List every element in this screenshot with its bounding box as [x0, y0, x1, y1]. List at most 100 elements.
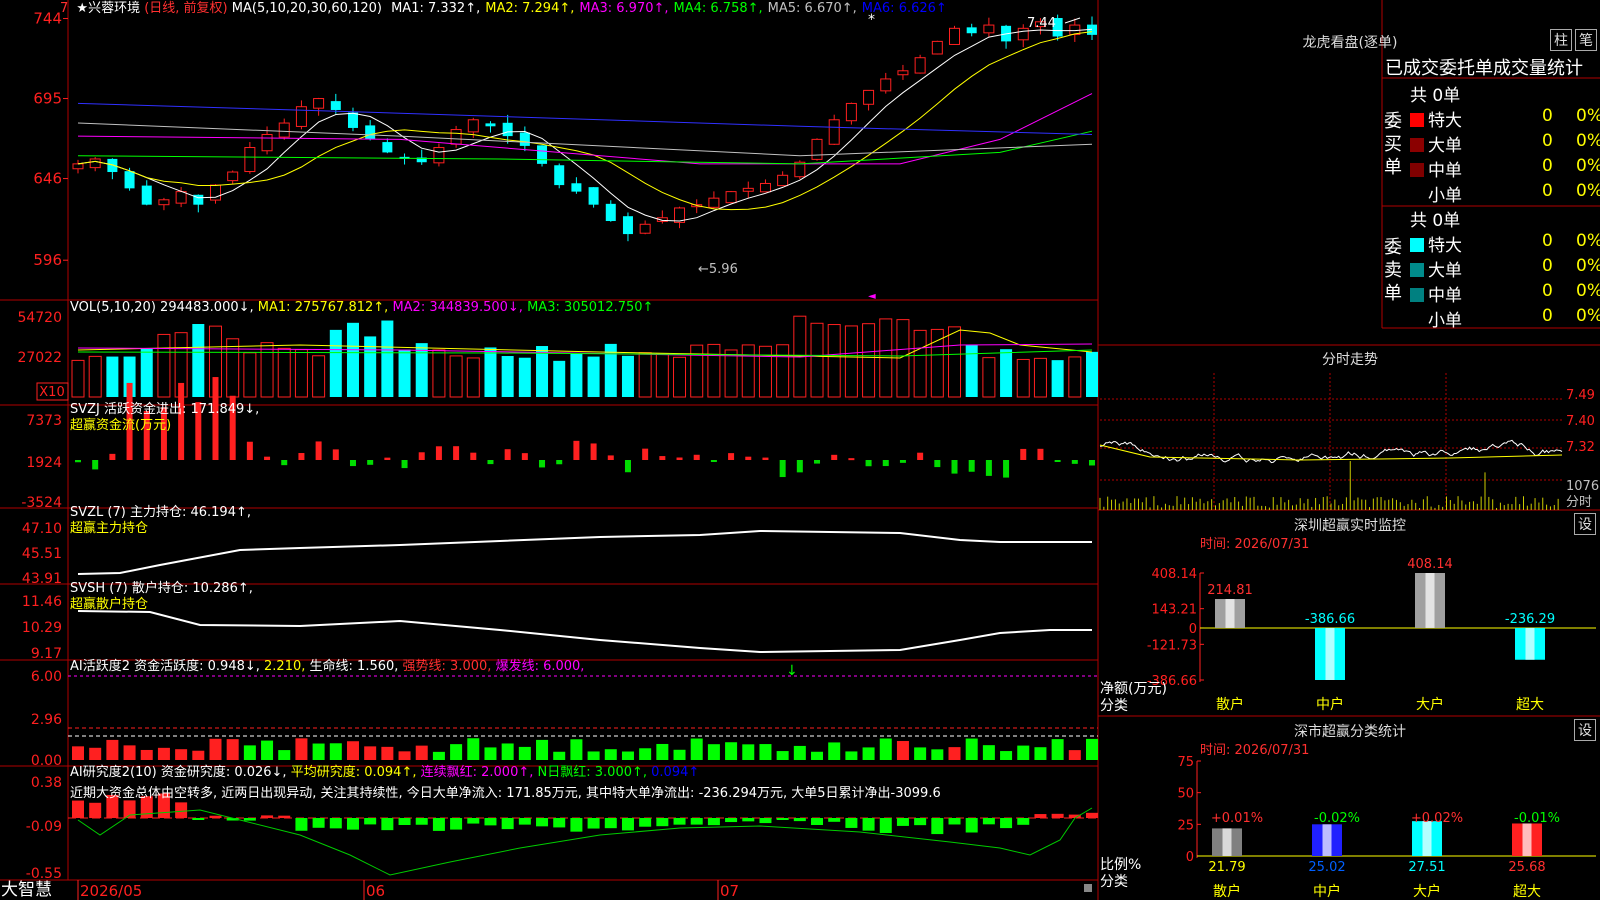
lhb-header: 已成交委托单成交量统计	[1385, 58, 1583, 79]
ai1-bar-green	[673, 749, 686, 760]
kline-candle-down	[485, 123, 496, 127]
bar-change-label: -0.02%	[1314, 811, 1360, 826]
ai1-burst: 爆发线: 6.000,	[495, 659, 585, 674]
category-label: 超大	[1516, 697, 1544, 713]
vol-ma1: MA1: 275767.812↑,	[257, 300, 389, 315]
svzj-bar-in	[384, 457, 391, 460]
ai1-bar-green	[690, 738, 703, 760]
sell-label: 委卖单	[1384, 237, 1402, 304]
svzl-tick-label: 45.51	[22, 546, 62, 562]
price-tick-label: 695	[33, 90, 62, 108]
period-label[interactable]: (日线, 前复权)	[144, 1, 227, 16]
monitor-chart: 408.14143.210-121.73-386.66214.81散户-386.…	[1147, 557, 1596, 713]
app-name[interactable]: 大智慧	[1, 880, 52, 900]
volume-bar-down	[346, 322, 359, 397]
volume-bar-up	[157, 333, 171, 398]
ai1-v2: 2.210,	[264, 659, 306, 674]
svzj-bar-out	[882, 460, 889, 467]
ai2-bar-green	[364, 818, 377, 825]
stat-ylabel: 比例%	[1100, 857, 1142, 873]
bar-highlight	[1425, 573, 1435, 628]
volume-bar-up	[862, 323, 876, 398]
row-count: 0	[1542, 281, 1553, 301]
row-name: 大单	[1428, 261, 1462, 281]
kline-candle-up	[725, 191, 737, 204]
stock-title[interactable]: ★兴蓉环境	[76, 1, 140, 16]
category-label: 散户	[1213, 883, 1241, 900]
volume-bar-up	[758, 345, 772, 398]
stat-xlabel: 分类	[1100, 874, 1128, 890]
kline-pane: 7446956465967.44←5.96*◄	[33, 10, 1097, 302]
tick-view-button[interactable]: 笔	[1575, 29, 1597, 51]
svsh-tick-label: 9.17	[31, 646, 62, 662]
ai1-tick-label: 6.00	[31, 669, 62, 685]
category-label: 中户	[1316, 696, 1344, 713]
ai2-bar-green	[862, 818, 875, 831]
ai1-bar-green	[329, 743, 342, 760]
ai1-bar-green	[278, 750, 291, 760]
ai1-bar-green	[742, 744, 755, 760]
ai2-bar-green	[707, 818, 720, 826]
ai1-bar-green	[914, 747, 927, 760]
kline-candle-up	[175, 191, 187, 204]
svzj-bar-in	[573, 440, 580, 460]
bar-value-label: 27.51	[1408, 860, 1445, 875]
svzj-bar-in	[418, 452, 425, 460]
ai1-bar-green	[467, 738, 480, 760]
ma4-line	[77, 130, 1093, 165]
kline-candle-down	[365, 125, 376, 140]
ai1-bar-red	[295, 738, 308, 760]
bar-view-button[interactable]: 柱	[1550, 29, 1572, 51]
ai1-bar-green	[243, 745, 256, 760]
row-name: 特大	[1428, 236, 1462, 256]
volume-bar-down	[553, 360, 566, 397]
monitor-settings-button[interactable]: 设	[1574, 513, 1596, 535]
ai1-bar-red	[896, 741, 909, 760]
buy-rows-item: 大单	[1410, 131, 1462, 156]
kline-candle-down	[124, 171, 135, 189]
volume-bar-down	[518, 357, 531, 397]
ai2-bar-green	[587, 818, 600, 829]
kline-candle-down	[588, 187, 599, 205]
svzj-bar-out	[779, 460, 786, 478]
ai2-bar-green	[570, 818, 583, 832]
svzl-line	[77, 529, 1092, 575]
stat-settings-button[interactable]: 设	[1574, 719, 1596, 741]
monitor-title: 深圳超赢实时监控	[1294, 518, 1406, 534]
vol-ma2: MA2: 344839.500↓,	[392, 300, 523, 315]
kline-candle-down	[966, 27, 977, 34]
svzj-bar-out	[92, 460, 99, 470]
svzj-bar-out	[487, 460, 494, 465]
bar-highlight	[1325, 627, 1335, 680]
volume-bar-up	[260, 342, 274, 398]
ai1-tick-label: 0.00	[31, 753, 62, 769]
ai2-bar-red	[1086, 812, 1098, 818]
bar-change-label: -0.01%	[1514, 811, 1560, 826]
volume-bar-up	[655, 352, 669, 398]
ai2-last: 0.094↑	[651, 765, 700, 780]
kline-candle-down	[347, 112, 358, 128]
ai2-comment: 近期大资金总体由空转多, 近两日出现异动, 关注其持续性, 今日大单净流入: 1…	[70, 786, 941, 801]
intraday-pane: 7.49 7.40 7.32 10767分时	[1099, 373, 1600, 510]
ai1-bar-green	[518, 746, 531, 760]
kline-candle-up	[845, 102, 857, 122]
volume-bar-up	[226, 338, 240, 398]
ai1-bar-green	[793, 745, 806, 760]
ai2-bar-green	[518, 818, 531, 825]
bar-value-label: -236.29	[1505, 612, 1555, 627]
ai1-bar-green	[1034, 747, 1047, 760]
ai2-bar-green	[793, 818, 806, 822]
svzj-bar-in	[521, 453, 528, 460]
ma-value-1: MA1: 7.332↑,	[391, 1, 481, 16]
vol-value: 294483.000↓,	[160, 300, 254, 315]
sell-rows-item: 大单	[1410, 256, 1462, 281]
ai1-bar-red	[209, 738, 222, 760]
volume-bar-up	[466, 357, 480, 398]
ai2-bar-green	[776, 818, 789, 820]
ma-values: MA1: 7.332↑, MA2: 7.294↑, MA3: 6.970↑, MA4:…	[386, 1, 947, 16]
kline-candle-up	[72, 163, 84, 170]
svzj-bar-out	[367, 460, 374, 465]
ai2-bar-green	[553, 818, 566, 828]
vol-tick-label: 54720	[17, 310, 62, 326]
svzj-title: SVZJ 活跃资金进出: 171.849↓,	[70, 402, 260, 417]
